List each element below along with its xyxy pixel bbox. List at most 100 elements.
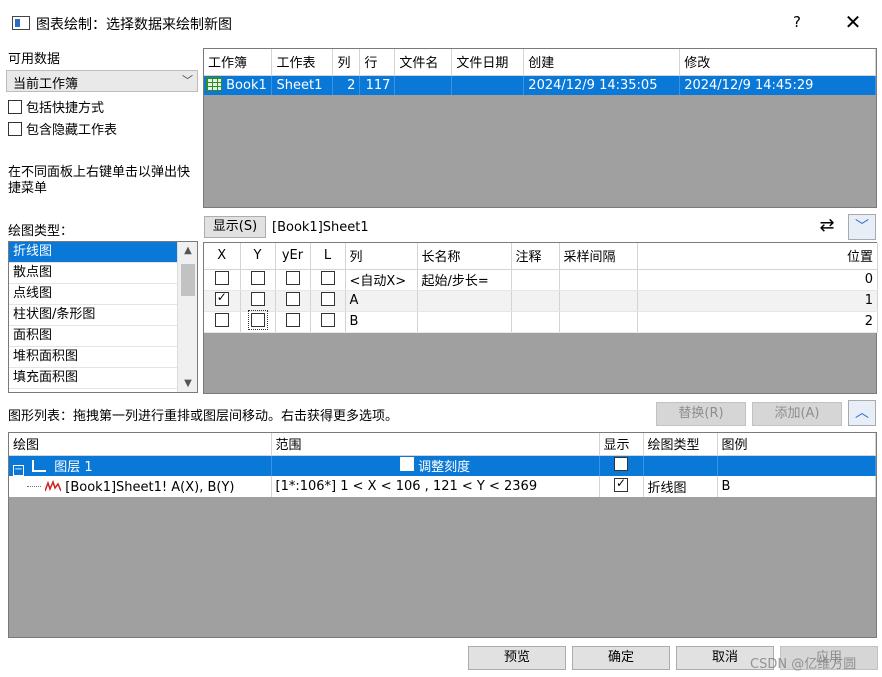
col-header-yer[interactable]: yEr bbox=[275, 243, 311, 270]
l-checkbox[interactable] bbox=[320, 312, 335, 327]
col-header-legend[interactable]: 图例 bbox=[717, 433, 876, 456]
table-row[interactable]: <自动X> 起始/步长= 0 bbox=[204, 269, 878, 291]
plot-type-scrollbar[interactable]: ▲ ▼ bbox=[177, 242, 197, 392]
workbook-table: 工作簿 工作表 列 行 文件名 文件日期 创建 修改 Book1 Sheet1 … bbox=[204, 49, 876, 95]
title-bar: 图表绘制：选择数据来绘制新图 ? ✕ bbox=[0, 0, 882, 48]
list-item[interactable]: 点线图 bbox=[9, 284, 197, 305]
list-item[interactable]: 散点图 bbox=[9, 263, 197, 284]
list-item[interactable]: 折线图 bbox=[9, 242, 197, 263]
close-button[interactable]: ✕ bbox=[842, 10, 864, 34]
col-header-y[interactable]: Y bbox=[240, 243, 276, 270]
col-header-range[interactable]: 范围 bbox=[271, 433, 600, 456]
cell-position: 0 bbox=[637, 269, 878, 291]
include-shortcuts-label: 包括快捷方式 bbox=[26, 101, 105, 116]
cell-longname: 起始/步长= bbox=[417, 269, 512, 291]
collapse-down-icon[interactable]: ﹀ bbox=[848, 214, 876, 240]
col-header-plot[interactable]: 绘图 bbox=[9, 433, 272, 456]
y-checkbox[interactable] bbox=[247, 309, 268, 330]
layer-name: 图层 1 bbox=[54, 459, 93, 475]
col-header-show[interactable]: 显示 bbox=[599, 433, 644, 456]
col-header-comment[interactable]: 注释 bbox=[511, 243, 560, 270]
col-header-l[interactable]: L bbox=[310, 243, 346, 270]
col-header-interval[interactable]: 采样间隔 bbox=[559, 243, 638, 270]
yer-checkbox[interactable] bbox=[285, 312, 300, 327]
col-header-column[interactable]: 列 bbox=[345, 243, 418, 270]
plot-type-cell: 折线图 bbox=[643, 476, 718, 497]
add-button[interactable]: 添加(A) bbox=[752, 402, 842, 426]
list-item[interactable]: ... bbox=[9, 389, 197, 392]
x-checkbox[interactable] bbox=[214, 312, 229, 327]
col-header-modified[interactable]: 修改 bbox=[679, 49, 876, 76]
cell-column: B bbox=[345, 311, 418, 333]
cell-longname bbox=[417, 290, 512, 312]
col-header-position[interactable]: 位置 bbox=[637, 243, 878, 270]
columns-table: X Y yEr L 列 长名称 注释 采样间隔 位置 <自动X> 起始/步长= bbox=[204, 243, 878, 333]
table-row[interactable]: A 1 bbox=[204, 290, 878, 312]
cell-rows: 117 bbox=[359, 75, 396, 95]
collapse-tree-icon[interactable]: − bbox=[13, 464, 24, 476]
col-header-filedate[interactable]: 文件日期 bbox=[451, 49, 525, 76]
cell-filedate bbox=[451, 75, 525, 95]
data-source-combo[interactable]: 当前工作簿 ﹀ bbox=[6, 70, 198, 92]
collapse-up-icon[interactable]: ︿ bbox=[848, 400, 876, 426]
l-checkbox[interactable] bbox=[320, 270, 335, 285]
layer-show-checkbox[interactable] bbox=[614, 455, 628, 471]
col-header-longname[interactable]: 长名称 bbox=[417, 243, 512, 270]
available-data-label: 可用数据 bbox=[8, 52, 61, 67]
layer-row[interactable]: − 图层 1 调整刻度 bbox=[9, 455, 876, 476]
col-header-cols[interactable]: 列 bbox=[332, 49, 361, 76]
window-title: 图表绘制：选择数据来绘制新图 bbox=[36, 17, 232, 33]
col-header-created[interactable]: 创建 bbox=[523, 49, 681, 76]
l-checkbox[interactable] bbox=[320, 291, 335, 306]
plot-name: [Book1]Sheet1! A(X), B(Y) bbox=[65, 479, 235, 495]
data-source-value: 当前工作簿 bbox=[13, 77, 79, 92]
y-checkbox[interactable] bbox=[250, 291, 265, 306]
plot-show-checkbox[interactable] bbox=[614, 476, 628, 492]
col-header-rows[interactable]: 行 bbox=[359, 49, 396, 76]
include-shortcuts-checkbox[interactable]: 包括快捷方式 bbox=[8, 97, 104, 116]
swap-arrows-icon[interactable]: ⇄ bbox=[812, 215, 842, 239]
list-item[interactable]: 填充面积图 bbox=[9, 368, 197, 389]
cell-comment bbox=[511, 290, 560, 312]
col-header-worksheet[interactable]: 工作表 bbox=[271, 49, 334, 76]
scroll-up-icon[interactable]: ▲ bbox=[178, 245, 197, 256]
plot-type-label: 绘图类型： bbox=[8, 224, 74, 239]
cell-sheet: Sheet1 bbox=[271, 75, 334, 95]
plot-row[interactable]: [Book1]Sheet1! A(X), B(Y) [1*:106*] 1 < … bbox=[9, 476, 876, 497]
cell-filename bbox=[394, 75, 453, 95]
scroll-down-icon[interactable]: ▼ bbox=[178, 378, 197, 389]
rescale-label: 调整刻度 bbox=[418, 460, 471, 476]
col-header-x[interactable]: X bbox=[204, 243, 241, 270]
graph-list-panel: 绘图 范围 显示 绘图类型 图例 − 图层 1 调整刻度 bbox=[8, 432, 877, 638]
col-header-plot-type[interactable]: 绘图类型 bbox=[643, 433, 718, 456]
rescale-checkbox[interactable] bbox=[399, 455, 414, 472]
cell-cols: 2 bbox=[332, 75, 361, 95]
y-checkbox[interactable] bbox=[250, 270, 265, 285]
ok-button[interactable]: 确定 bbox=[572, 646, 670, 670]
show-button[interactable]: 显示(S) bbox=[204, 216, 266, 238]
include-hidden-checkbox[interactable]: 包含隐藏工作表 bbox=[8, 119, 117, 138]
workbook-panel: 工作簿 工作表 列 行 文件名 文件日期 创建 修改 Book1 Sheet1 … bbox=[203, 48, 877, 208]
x-checkbox[interactable] bbox=[214, 270, 229, 285]
list-item[interactable]: 面积图 bbox=[9, 326, 197, 347]
table-row[interactable]: B 2 bbox=[204, 309, 878, 333]
line-plot-icon bbox=[44, 479, 62, 493]
layer-icon bbox=[32, 459, 47, 472]
preview-button[interactable]: 预览 bbox=[468, 646, 566, 670]
cell-comment bbox=[511, 311, 560, 333]
x-checkbox[interactable] bbox=[214, 290, 229, 306]
list-item[interactable]: 堆积面积图 bbox=[9, 347, 197, 368]
yer-checkbox[interactable] bbox=[285, 270, 300, 285]
col-header-filename[interactable]: 文件名 bbox=[394, 49, 453, 76]
col-header-workbook[interactable]: 工作簿 bbox=[204, 49, 273, 76]
cell-interval bbox=[559, 290, 638, 312]
scroll-thumb[interactable] bbox=[181, 264, 195, 296]
table-row[interactable]: Book1 Sheet1 2 117 2024/12/9 14:35:05 20… bbox=[204, 75, 876, 95]
replace-button[interactable]: 替换(R) bbox=[656, 402, 746, 426]
plot-type-list[interactable]: 折线图 散点图 点线图 柱状图/条形图 面积图 堆积面积图 填充面积图 ... … bbox=[8, 241, 198, 393]
help-button[interactable]: ? bbox=[788, 13, 806, 31]
tree-line bbox=[27, 485, 41, 487]
cell-modified: 2024/12/9 14:45:29 bbox=[679, 75, 876, 95]
yer-checkbox[interactable] bbox=[285, 291, 300, 306]
list-item[interactable]: 柱状图/条形图 bbox=[9, 305, 197, 326]
